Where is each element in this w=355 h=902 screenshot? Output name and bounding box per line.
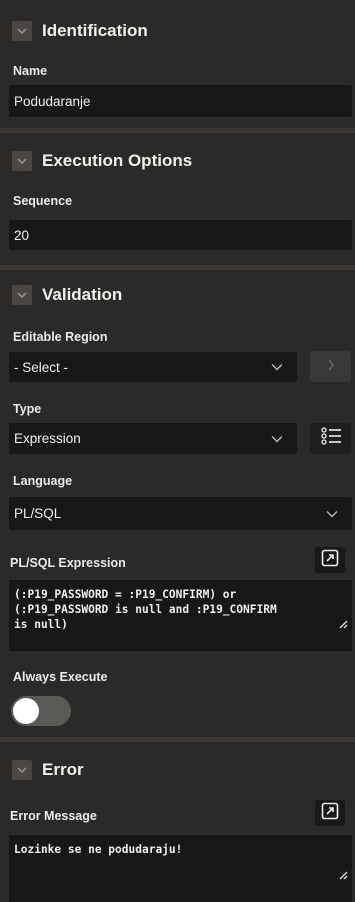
section-title-execution-options: Execution Options [42, 151, 193, 170]
chevron-down-icon [271, 360, 283, 375]
error-message-label: Error Message [10, 809, 97, 823]
section-title-validation: Validation [42, 285, 123, 304]
editable-region-label: Editable Region [13, 330, 108, 344]
chevron-down-icon[interactable] [12, 151, 32, 171]
list-icon [320, 427, 342, 450]
language-value: PL/SQL [14, 506, 62, 521]
sequence-label: Sequence [13, 194, 73, 208]
name-field[interactable]: Podudaranje [9, 85, 352, 117]
identification-header[interactable]: Identification [0, 16, 355, 46]
chevron-down-icon[interactable] [12, 21, 32, 41]
name-value: Podudaranje [14, 93, 91, 109]
resize-handle-icon[interactable] [311, 603, 348, 648]
type-label: Type [13, 402, 42, 416]
expand-code-editor-button[interactable] [315, 547, 345, 573]
validation-header[interactable]: Validation [0, 280, 355, 310]
plsql-expression-editor[interactable]: (:P19_PASSWORD = :P19_CONFIRM) or (:P19_P… [9, 580, 352, 651]
toggle-knob [13, 698, 39, 724]
section-divider [0, 128, 355, 133]
editable-region-value: - Select - [14, 359, 69, 375]
always-execute-toggle[interactable] [11, 696, 71, 726]
editable-region-go-button[interactable] [310, 351, 351, 382]
editable-region-select[interactable]: - Select - [9, 352, 297, 382]
section-title-identification: Identification [42, 21, 148, 40]
execution-options-header[interactable]: Execution Options [0, 146, 355, 176]
language-select[interactable]: PL/SQL [9, 497, 352, 530]
code-line-1: (:P19_PASSWORD = :P19_CONFIRM) or [14, 588, 237, 601]
code-line-3: is null) [14, 618, 68, 631]
expand-icon [321, 549, 339, 572]
chevron-down-icon[interactable] [12, 760, 32, 780]
chevron-right-icon [327, 358, 335, 376]
sequence-value: 20 [14, 227, 30, 243]
sequence-field[interactable]: 20 [9, 220, 352, 250]
chevron-down-icon[interactable] [12, 285, 32, 305]
error-header[interactable]: Error [0, 755, 355, 785]
section-title-error: Error [42, 760, 84, 779]
chevron-down-icon [271, 431, 283, 446]
language-label: Language [13, 474, 73, 488]
error-message-editor[interactable]: Lozinke se ne podudaraju! [9, 835, 352, 902]
always-execute-label: Always Execute [13, 670, 108, 684]
type-list-button[interactable] [310, 423, 351, 454]
type-select[interactable]: Expression [9, 423, 297, 454]
resize-handle-icon[interactable] [311, 854, 348, 899]
code-line-2: (:P19_PASSWORD is null and :P19_CONFIRM [14, 603, 277, 616]
expand-error-editor-button[interactable] [315, 800, 345, 826]
expand-icon [321, 802, 339, 825]
name-label: Name [13, 64, 48, 78]
error-message-value: Lozinke se ne podudaraju! [14, 843, 183, 856]
section-divider [0, 737, 355, 742]
type-value: Expression [14, 431, 81, 446]
plsql-expression-label: PL/SQL Expression [10, 556, 126, 570]
section-divider [0, 265, 355, 270]
chevron-down-icon [326, 506, 338, 521]
